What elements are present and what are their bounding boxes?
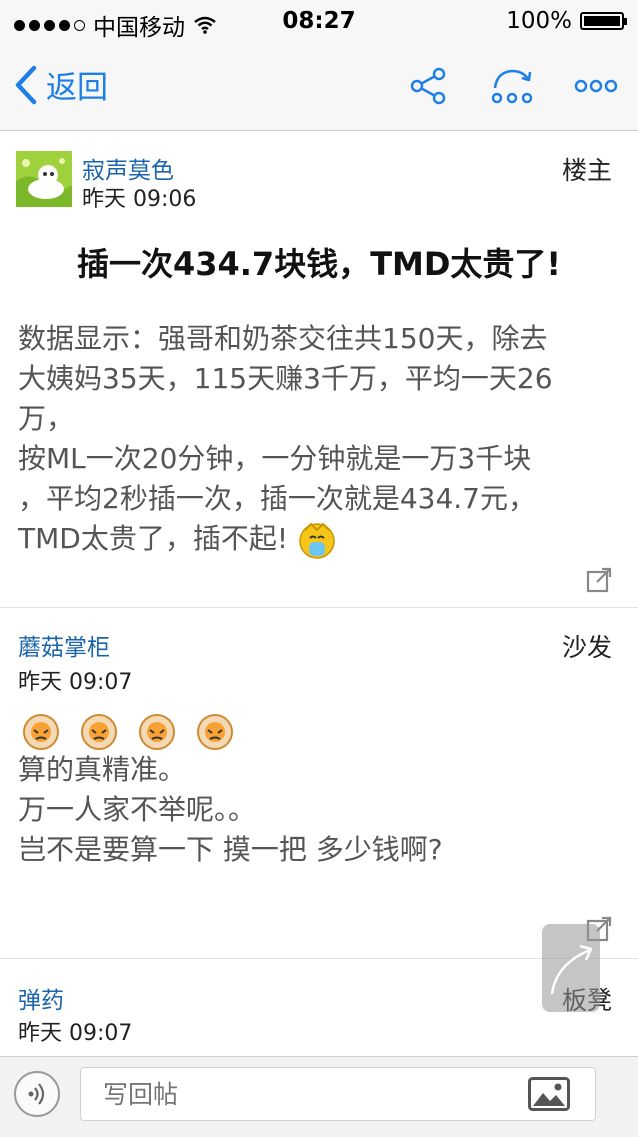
floor-label: 沙发 [561,633,612,662]
battery-icon [580,12,627,30]
body-line: 按ML一次20分钟，一分钟就是一万3千块 [18,442,532,475]
post-body: 算的真精准。 万一人家不举呢。。 岂不是要算一下 摸一把 多少钱啊? [18,750,624,870]
back-label: 返回 [46,70,108,106]
battery-percent: 100% [506,8,572,34]
crying-emoji-icon [81,714,117,750]
username[interactable]: 弹药 [18,981,64,1015]
post-reply: 蘑菇掌柜 昨天 09:07 沙发 算的真精准。 万一人家不举呢。。 岂不是要算一… [0,608,638,959]
share-icon [410,67,446,105]
share-button[interactable] [404,62,452,110]
reply-bar [0,1056,638,1137]
image-icon[interactable] [528,1077,570,1111]
external-link-icon[interactable] [586,567,612,593]
voice-button[interactable] [14,1071,60,1117]
post-title: 插一次434.7块钱，TMD太贵了! [76,245,562,283]
forward-button[interactable] [488,62,536,110]
post-time: 昨天 09:06 [82,187,197,212]
avatar[interactable] [16,151,72,207]
post-time: 昨天 09:07 [18,670,133,695]
floating-jump-button[interactable] [542,924,600,1012]
body-line: 算的真精准。 [18,753,187,786]
more-icon [574,79,618,93]
forward-icon [491,69,533,104]
body-line: 万， [18,402,75,435]
chevron-left-icon [15,65,37,104]
floor-label: 楼主 [561,156,612,185]
more-button[interactable] [572,62,620,110]
post-time: 昨天 09:07 [18,1021,133,1046]
username[interactable]: 蘑菇掌柜 [18,628,110,662]
back-button[interactable]: 返回 [14,62,108,107]
curved-arrow-icon [550,944,593,995]
crying-emoji-icon [139,714,175,750]
body-line: 数据显示：强哥和奶茶交往共150天，除去 [18,322,548,355]
post-original: 寂声莫色 昨天 09:06 楼主 插一次434.7块钱，TMD太贵了! 数据显示… [0,131,638,608]
crying-emoji-icon [23,714,59,750]
nav-actions [404,62,620,110]
crying-emoji-icon [197,714,233,750]
status-bar: 中国移动 08:27 100% [0,0,638,42]
status-right: 100% [506,8,627,34]
nav-bar: 返回 [0,42,638,131]
body-line: ，平均2秒插一次，插一次就是434.7元， [18,482,536,515]
username[interactable]: 寂声莫色 [82,151,174,185]
emoji-row [18,712,238,752]
body-line: 大姨妈35天，115天赚3千万，平均一天26 [18,362,553,395]
body-line: 万一人家不举呢。。 [18,793,257,826]
body-line: TMD太贵了，插不起! [18,522,289,555]
body-line: 岂不是要算一下 摸一把 多少钱啊? [18,833,443,866]
post-body: 数据显示：强哥和奶茶交往共150天，除去 大姨妈35天，115天赚3千万，平均一… [18,319,624,560]
voice-icon [28,1083,45,1105]
crying-emoji-icon [299,522,335,559]
reply-input[interactable] [80,1067,596,1121]
